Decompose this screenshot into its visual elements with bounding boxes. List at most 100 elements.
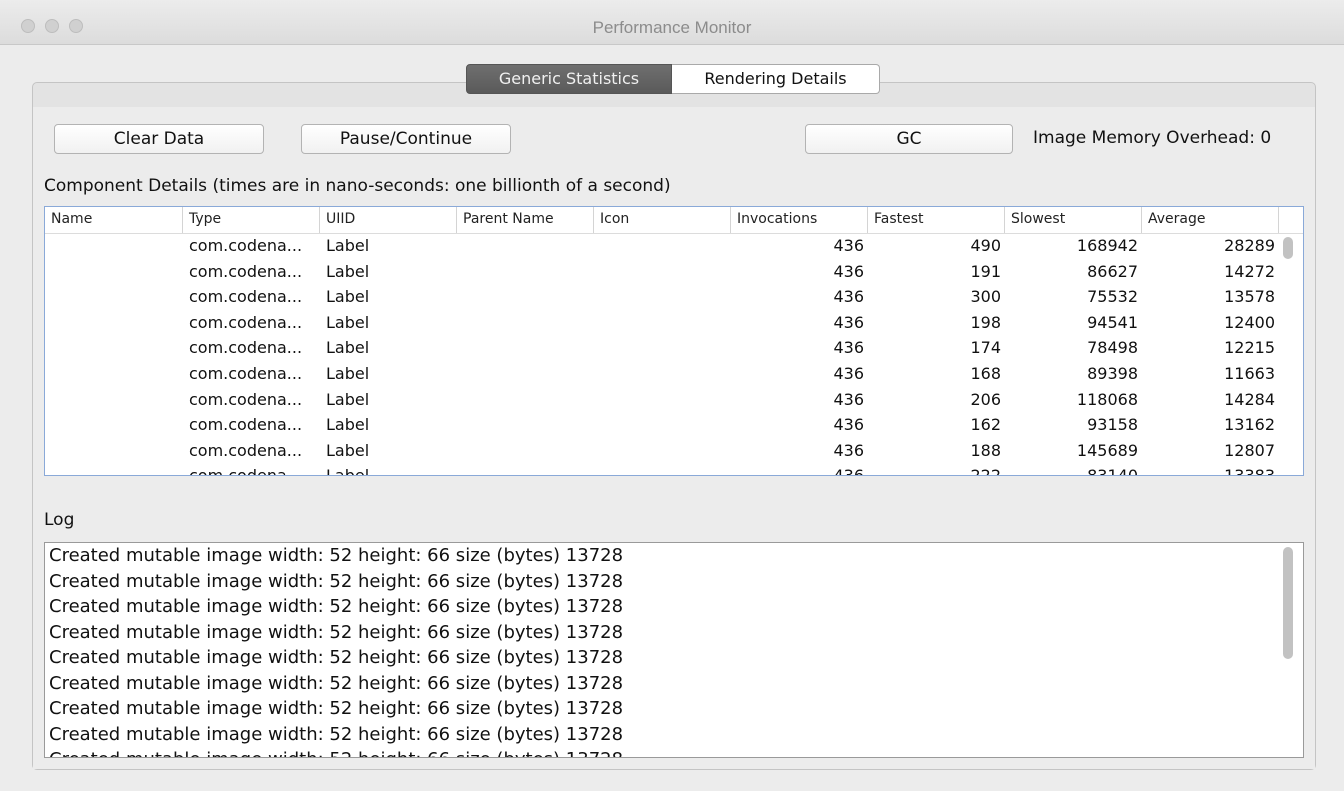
table-row[interactable]: com.codena... Label 436 222 83140 13383 — [45, 463, 1303, 476]
table-cell: 14284 — [1224, 389, 1275, 409]
log-line: Created mutable image width: 52 height: … — [49, 672, 624, 694]
table-cell: com.codena... — [189, 389, 303, 409]
table-cell — [463, 259, 594, 285]
column-header[interactable]: UIID — [320, 207, 457, 233]
log-line: Created mutable image width: 52 height: … — [49, 647, 624, 668]
table-cell — [600, 284, 731, 310]
table-cell: Label — [326, 312, 370, 332]
component-details-heading: Component Details (times are in nano-sec… — [44, 176, 671, 196]
table-cell: 436 — [833, 261, 864, 281]
table-cell: Label — [326, 338, 370, 358]
table-row[interactable]: com.codena... Label 436 198 94541 12400 — [45, 310, 1303, 336]
table-cell: com.codena... — [189, 261, 303, 281]
table-cell — [463, 335, 594, 361]
table-cell — [51, 233, 183, 259]
table-cell: 436 — [833, 287, 864, 307]
column-header[interactable]: Slowest — [1005, 207, 1142, 233]
table-row[interactable]: com.codena... Label 436 168 89398 11663 — [45, 361, 1303, 387]
log-line: Created mutable image width: 52 height: … — [49, 621, 624, 643]
table-cell: 12215 — [1224, 338, 1275, 358]
table-cell: Label — [326, 236, 370, 255]
table-cell: 188 — [970, 440, 1001, 460]
log-line: Created mutable image width: 52 height: … — [49, 698, 624, 719]
table-cell — [600, 438, 731, 464]
table-cell: 83140 — [1087, 466, 1138, 476]
table-cell: Label — [326, 389, 370, 409]
table-cell: com.codena... — [189, 466, 303, 476]
table-cell: com.codena... — [189, 236, 303, 255]
table-cell: com.codena... — [189, 312, 303, 332]
table-cell — [463, 361, 594, 387]
log-line: Created mutable image width: 52 height: … — [49, 596, 624, 617]
table-cell: 436 — [833, 236, 864, 255]
log-heading: Log — [44, 510, 75, 530]
column-header[interactable]: Type — [183, 207, 320, 233]
window-title: Performance Monitor — [592, 18, 752, 37]
tab-generic-statistics[interactable]: Generic Statistics — [466, 64, 672, 94]
table-cell: 198 — [970, 312, 1001, 332]
table-cell — [600, 310, 731, 336]
component-details-table[interactable]: Name Type UIID Parent Name Icon Invocations Fa… — [44, 206, 1304, 476]
table-cell: 12400 — [1224, 312, 1275, 332]
log-line: Created mutable image width: 52 height: … — [49, 545, 624, 566]
log-text-area[interactable]: Created mutable image width: 52 height: … — [44, 542, 1304, 758]
table-row[interactable]: com.codena... Label 436 191 86627 14272 — [45, 259, 1303, 285]
table-cell — [463, 310, 594, 336]
tab-bar: Generic Statistics Rendering Details — [466, 64, 880, 94]
table-cell: 89398 — [1087, 363, 1138, 383]
table-cell — [51, 259, 183, 285]
table-row[interactable]: com.codena... Label 436 188 145689 12807 — [45, 438, 1303, 464]
table-cell — [463, 233, 594, 259]
table-cell — [600, 233, 731, 259]
table-cell: 94541 — [1087, 312, 1138, 332]
table-cell: com.codena... — [189, 415, 303, 435]
table-row[interactable]: com.codena... Label 436 490 168942 28289 — [45, 233, 1303, 259]
column-header[interactable]: Average — [1142, 207, 1279, 233]
table-row[interactable]: com.codena... Label 436 300 75532 13578 — [45, 284, 1303, 310]
table-cell: 86627 — [1087, 261, 1138, 281]
table-cell — [600, 259, 731, 285]
column-header[interactable]: Icon — [594, 207, 731, 233]
table-cell: 118068 — [1076, 389, 1138, 409]
gc-button[interactable]: GC — [805, 124, 1013, 154]
log-line: Created mutable image width: 52 height: … — [45, 747, 1303, 757]
clear-data-button[interactable]: Clear Data — [54, 124, 264, 154]
column-header[interactable]: Parent Name — [457, 207, 594, 233]
table-cell — [51, 412, 183, 438]
table-cell — [600, 412, 731, 438]
table-cell: Label — [326, 415, 370, 435]
column-header[interactable]: Fastest — [868, 207, 1005, 233]
log-line: Created mutable image width: 52 height: … — [49, 570, 624, 592]
table-cell — [51, 438, 183, 464]
table-row[interactable]: com.codena... Label 436 206 118068 14284 — [45, 387, 1303, 413]
table-cell — [600, 387, 731, 413]
table-cell — [51, 310, 183, 336]
table-cell: 14272 — [1224, 261, 1275, 281]
table-row[interactable]: com.codena... Label 436 174 78498 12215 — [45, 335, 1303, 361]
table-cell: 13162 — [1224, 415, 1275, 435]
table-cell: 12807 — [1224, 440, 1275, 460]
table-cell: 78498 — [1087, 338, 1138, 358]
table-cell — [51, 361, 183, 387]
table-cell: 490 — [970, 236, 1001, 255]
table-cell — [463, 412, 594, 438]
table-cell: com.codena... — [189, 440, 303, 460]
title-bar: Performance Monitor — [0, 0, 1344, 45]
table-cell: 162 — [970, 415, 1001, 435]
table-cell: Label — [326, 363, 370, 383]
column-header[interactable]: Invocations — [731, 207, 868, 233]
log-scrollbar[interactable] — [1283, 547, 1293, 659]
table-cell: Label — [326, 466, 370, 476]
tab-rendering-details[interactable]: Rendering Details — [672, 64, 880, 94]
table-cell: 436 — [833, 363, 864, 383]
table-body: com.codena... Label 436 490 168942 28289 com.c… — [45, 233, 1303, 476]
table-row[interactable]: com.codena... Label 436 162 93158 13162 — [45, 412, 1303, 438]
pause-continue-button[interactable]: Pause/Continue — [301, 124, 511, 154]
table-cell: 11663 — [1224, 363, 1275, 383]
table-cell: 436 — [833, 466, 864, 476]
column-header[interactable]: Name — [45, 207, 183, 233]
table-cell: 436 — [833, 338, 864, 358]
table-cell — [463, 463, 594, 475]
table-cell: 28289 — [1224, 236, 1275, 255]
table-scrollbar[interactable] — [1283, 237, 1293, 259]
